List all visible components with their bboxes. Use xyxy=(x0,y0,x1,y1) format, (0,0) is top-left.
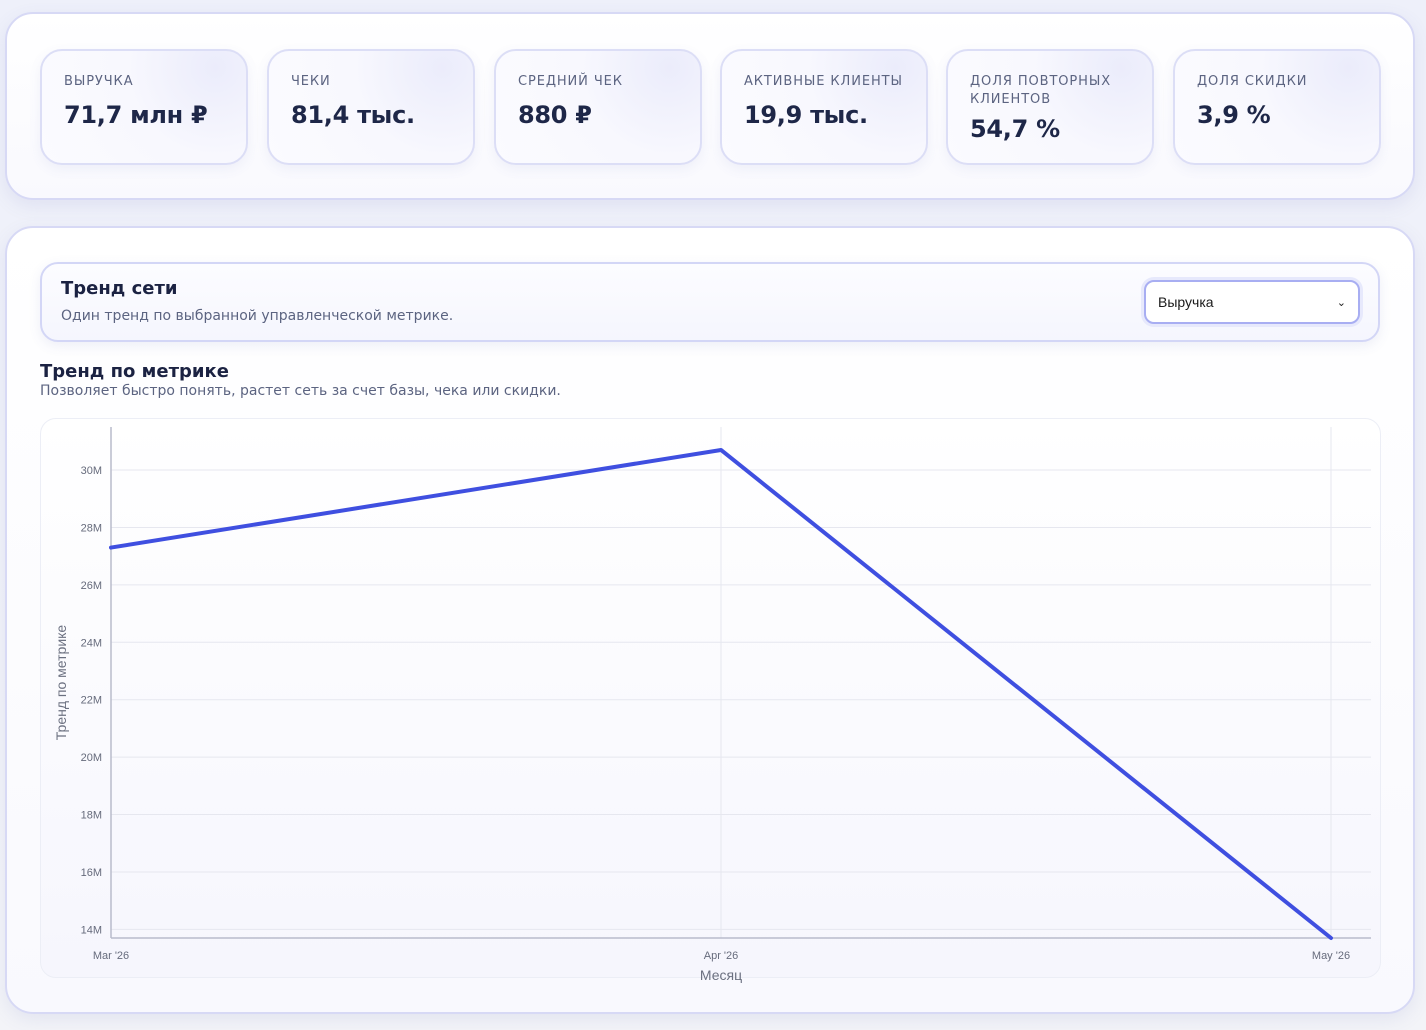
kpi-label: Чеки xyxy=(291,74,331,89)
kpi-card-discount-share: Доля скидки 3,9 % xyxy=(1173,49,1381,165)
kpi-card-average-receipt: Средний чек 880 ₽ xyxy=(494,49,702,165)
kpi-value: 81,4 тыс. xyxy=(291,101,415,129)
kpi-card-receipts: Чеки 81,4 тыс. xyxy=(267,49,475,165)
x-tick-label: May '26 xyxy=(1312,950,1350,962)
y-tick-label: 14M xyxy=(81,924,102,936)
metric-select[interactable]: Выручка ⌄ xyxy=(1144,280,1360,324)
x-tick-label: Apr '26 xyxy=(704,950,739,962)
kpi-label: Доля повторных клиентов xyxy=(970,74,1112,107)
kpi-value: 3,9 % xyxy=(1197,101,1271,129)
chevron-down-icon: ⌄ xyxy=(1336,296,1346,309)
x-axis-title: Месяц xyxy=(700,967,742,983)
trend-header: Тренд сети Один тренд по выбранной управ… xyxy=(40,262,1380,342)
x-tick-label: Mar '26 xyxy=(93,950,129,962)
kpi-value: 54,7 % xyxy=(970,115,1060,143)
kpi-value: 71,7 млн ₽ xyxy=(64,101,208,129)
trend-chart-svg: 14M 16M 18M 20M 22M 24M 26M 28M 30M Mar '26 Apr '2… xyxy=(53,427,1371,983)
kpi-label: Доля скидки xyxy=(1197,74,1308,89)
y-tick-label: 16M xyxy=(81,867,102,879)
kpi-card-revenue: Выручка 71,7 млн ₽ xyxy=(40,49,248,165)
kpi-value: 880 ₽ xyxy=(518,101,592,129)
kpi-panel: Выручка 71,7 млн ₽ Чеки 81,4 тыс. Средни… xyxy=(5,12,1415,200)
kpi-label: Активные клиенты xyxy=(744,74,903,89)
kpi-label: Средний чек xyxy=(518,74,623,89)
kpi-value: 19,9 тыс. xyxy=(744,101,868,129)
y-tick-label: 26M xyxy=(81,580,102,592)
metric-select-value: Выручка xyxy=(1158,294,1214,310)
kpi-card-repeat-clients: Доля повторных клиентов 54,7 % xyxy=(946,49,1154,165)
kpi-card-active-clients: Активные клиенты 19,9 тыс. xyxy=(720,49,928,165)
trend-chart: 14M 16M 18M 20M 22M 24M 26M 28M 30M Mar '26 Apr '2… xyxy=(40,418,1381,983)
y-tick-label: 30M xyxy=(81,465,102,477)
trend-subtitle: Один тренд по выбранной управленческой м… xyxy=(61,308,454,324)
y-tick-label: 28M xyxy=(81,522,102,534)
kpi-label: Выручка xyxy=(64,74,134,89)
chart-heading: Тренд по метрике xyxy=(40,361,229,382)
y-tick-label: 24M xyxy=(81,637,102,649)
trend-title: Тренд сети xyxy=(61,278,178,299)
y-tick-label: 22M xyxy=(81,695,102,707)
y-axis-title: Тренд по метрике xyxy=(53,625,69,741)
chart-description: Позволяет быстро понять, растет сеть за … xyxy=(40,383,561,399)
y-tick-label: 20M xyxy=(81,752,102,764)
y-tick-label: 18M xyxy=(81,810,102,822)
trend-panel: Тренд сети Один тренд по выбранной управ… xyxy=(5,226,1415,1014)
